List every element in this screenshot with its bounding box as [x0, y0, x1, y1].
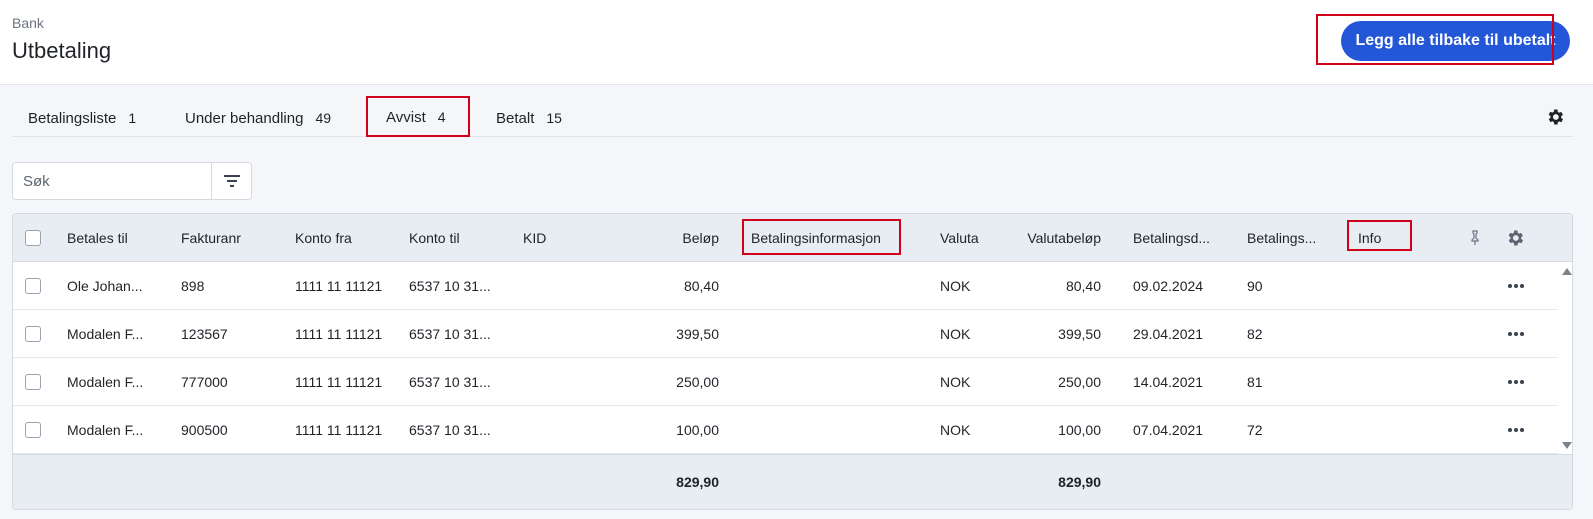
payments-table: Betales til Fakturanr Konto fra Konto ti… [12, 213, 1573, 510]
total-valutabelop: 829,90 [1058, 474, 1101, 490]
table-header: Betales til Fakturanr Konto fra Konto ti… [13, 214, 1572, 262]
column-header-betalingsinformasjon[interactable]: Betalingsinformasjon [751, 230, 901, 246]
cell-betales-til: Modalen F... [67, 374, 144, 390]
scroll-up-icon[interactable] [1562, 268, 1572, 275]
cell-fakturanr: 777000 [181, 374, 228, 390]
cell-betalingsdato: 09.02.2024 [1133, 278, 1204, 294]
table-row[interactable]: Modalen F... 777000 1111 11 11121 6537 1… [13, 358, 1558, 406]
more-horizontal-icon[interactable] [1506, 328, 1526, 340]
table-row[interactable]: Modalen F... 900500 1111 11 11121 6537 1… [13, 406, 1558, 454]
more-horizontal-icon[interactable] [1506, 376, 1526, 388]
cell-konto-til: 6537 10 31... [409, 374, 491, 390]
cell-betalings: 82 [1247, 326, 1263, 342]
select-all-checkbox[interactable] [25, 230, 41, 246]
cell-betales-til: Modalen F... [67, 326, 144, 342]
tab-count: 1 [128, 110, 137, 126]
tab-label: Betalt [496, 109, 535, 127]
cell-belop: 399,50 [676, 326, 719, 342]
cell-fakturanr: 900500 [181, 422, 228, 438]
more-horizontal-icon[interactable] [1506, 280, 1526, 292]
cell-konto-til: 6537 10 31... [409, 278, 491, 294]
column-header-betales-til[interactable]: Betales til [67, 230, 167, 246]
cell-konto-fra: 1111 11 11121 [295, 278, 383, 294]
cell-valuta: NOK [940, 374, 971, 390]
cell-konto-fra: 1111 11 11121 [295, 374, 383, 390]
column-header-valutabelop[interactable]: Valutabeløp [1001, 230, 1101, 246]
tab-count: 4 [437, 109, 446, 125]
total-belop: 829,90 [676, 474, 719, 490]
cell-betales-til: Modalen F... [67, 422, 144, 438]
tab-betalt[interactable]: Betalt 15 [496, 99, 562, 137]
column-header-konto-fra[interactable]: Konto fra [295, 230, 395, 246]
column-header-konto-til[interactable]: Konto til [409, 230, 509, 246]
more-horizontal-icon[interactable] [1506, 424, 1526, 436]
gear-icon[interactable] [1505, 228, 1525, 248]
scroll-down-icon[interactable] [1562, 442, 1572, 449]
table-totals-row: 829,90 829,90 [13, 454, 1572, 509]
tab-under-behandling[interactable]: Under behandling 49 [185, 99, 331, 137]
tab-label: Under behandling [185, 109, 304, 127]
tab-label: Betalingsliste [28, 109, 117, 127]
cell-konto-fra: 1111 11 11121 [295, 422, 383, 438]
row-checkbox[interactable] [25, 326, 41, 342]
tab-count: 49 [315, 110, 332, 126]
cell-valuta: NOK [940, 278, 971, 294]
filter-icon [223, 175, 240, 187]
breadcrumb[interactable]: Bank [12, 15, 44, 31]
table-scrollbar[interactable] [1558, 262, 1572, 454]
tab-avvist[interactable]: Avvist 4 [374, 99, 458, 137]
tab-count: 15 [546, 110, 562, 126]
cell-betalings: 72 [1247, 422, 1263, 438]
cell-belop: 250,00 [676, 374, 719, 390]
cell-belop: 80,40 [683, 278, 719, 294]
column-header-kid[interactable]: KID [523, 230, 583, 246]
cell-betalingsdato: 14.04.2021 [1133, 374, 1204, 390]
cell-belop: 100,00 [676, 422, 719, 438]
cell-valutabelop: 80,40 [1065, 278, 1101, 294]
column-header-betalingsdato[interactable]: Betalingsd... [1133, 230, 1233, 246]
cell-valuta: NOK [940, 326, 971, 342]
row-checkbox[interactable] [25, 278, 41, 294]
row-checkbox[interactable] [25, 422, 41, 438]
row-checkbox[interactable] [25, 374, 41, 390]
cell-betalingsdato: 29.04.2021 [1133, 326, 1204, 342]
cell-betalingsdato: 07.04.2021 [1133, 422, 1204, 438]
cell-konto-til: 6537 10 31... [409, 422, 491, 438]
cell-valutabelop: 100,00 [1058, 422, 1101, 438]
cell-fakturanr: 123567 [181, 326, 228, 342]
cell-valuta: NOK [940, 422, 971, 438]
table-row[interactable]: Modalen F... 123567 1111 11 11121 6537 1… [13, 310, 1558, 358]
search-box [12, 162, 252, 200]
main-content: Betalingsliste 1 Under behandling 49 Avv… [0, 85, 1593, 519]
column-header-betalings[interactable]: Betalings... [1247, 230, 1347, 246]
search-input[interactable] [13, 163, 211, 199]
cell-konto-til: 6537 10 31... [409, 326, 491, 342]
cell-valutabelop: 399,50 [1058, 326, 1101, 342]
page: Bank Utbetaling Legg alle tilbake til ub… [0, 0, 1593, 519]
column-header-fakturanr[interactable]: Fakturanr [181, 230, 281, 246]
column-header-info[interactable]: Info [1358, 230, 1418, 246]
cell-betalings: 81 [1247, 374, 1263, 390]
cell-fakturanr: 898 [181, 278, 205, 294]
tab-label: Avvist [386, 108, 426, 126]
pin-icon[interactable] [1469, 230, 1481, 246]
tab-bar: Betalingsliste 1 Under behandling 49 Avv… [12, 99, 1573, 137]
reset-all-to-unpaid-button[interactable]: Legg alle tilbake til ubetalt [1341, 21, 1570, 61]
cell-betales-til: Ole Johan... [67, 278, 143, 294]
cell-konto-fra: 1111 11 11121 [295, 326, 383, 342]
page-title: Utbetaling [12, 38, 112, 63]
page-header: Bank Utbetaling Legg alle tilbake til ub… [0, 0, 1593, 85]
filter-button[interactable] [211, 163, 251, 199]
cell-betalings: 90 [1247, 278, 1263, 294]
column-header-valuta[interactable]: Valuta [940, 230, 1000, 246]
column-header-belop[interactable]: Beløp [619, 230, 719, 246]
cell-valutabelop: 250,00 [1058, 374, 1101, 390]
gear-icon[interactable] [1545, 107, 1565, 127]
table-row[interactable]: Ole Johan... 898 1111 11 11121 6537 10 3… [13, 262, 1558, 310]
tab-betalingsliste[interactable]: Betalingsliste 1 [28, 99, 136, 137]
